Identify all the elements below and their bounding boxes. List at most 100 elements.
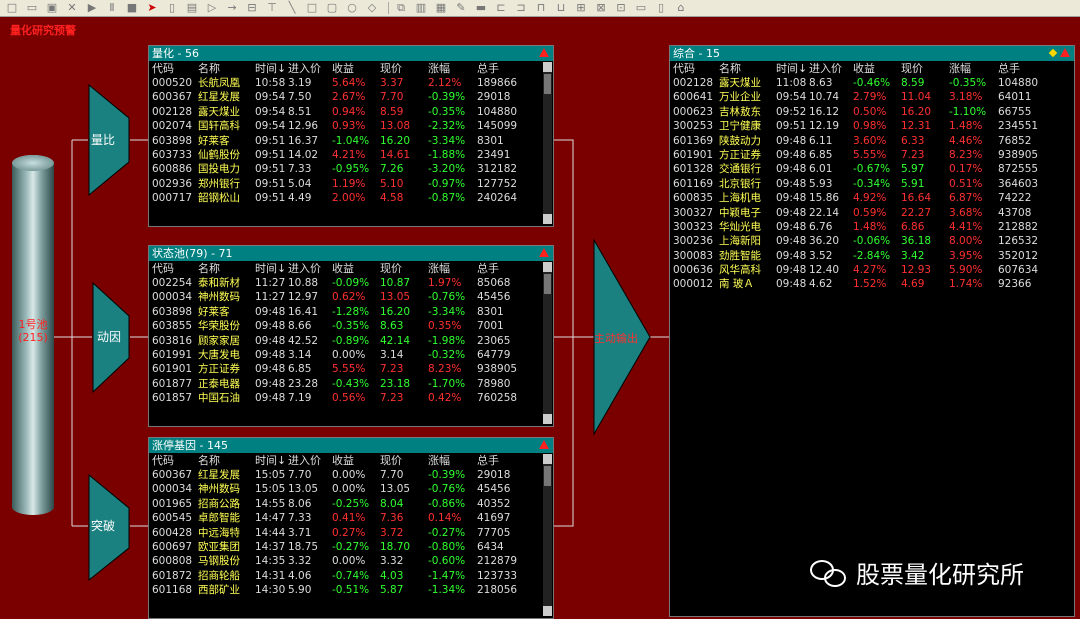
column-header[interactable]: 名称 xyxy=(198,453,255,468)
table-row[interactable]: 601369 陕鼓动力 09:48 6.11 3.60% 6.33 4.46% 76852 xyxy=(670,134,1074,148)
column-header[interactable]: 时间↓ xyxy=(776,61,809,76)
column-header[interactable]: 收益 xyxy=(332,261,380,276)
column-header[interactable]: 进入价 xyxy=(288,61,332,76)
column-header[interactable]: 总手 xyxy=(477,261,525,276)
table-row[interactable]: 601328 交通银行 09:48 6.01 -0.67% 5.97 0.17% 872555 xyxy=(670,162,1074,176)
column-header[interactable]: 现价 xyxy=(380,261,428,276)
column-header[interactable]: 进入价 xyxy=(288,453,332,468)
collapse-arrow-icon[interactable] xyxy=(539,440,549,449)
column-header[interactable]: 收益 xyxy=(853,61,901,76)
table-row[interactable]: 601857 中国石油 09:48 7.19 0.56% 7.23 0.42% 760258 xyxy=(149,391,553,405)
table-row[interactable]: 300236 上海新阳 09:48 36.20 -0.06% 36.18 8.00% 1265… xyxy=(670,234,1074,248)
table-row[interactable]: 600428 中远海特 14:44 3.71 0.27% 3.72 -0.27% 77705 xyxy=(149,526,553,540)
column-header[interactable]: 名称 xyxy=(719,61,776,76)
table-row[interactable]: 603733 仙鹤股份 09:51 14.02 4.21% 14.61 -1.88% 2349… xyxy=(149,148,553,162)
table-cell: 正泰电器 xyxy=(198,377,240,390)
column-header[interactable]: 现价 xyxy=(380,61,428,76)
scroll-down-button[interactable] xyxy=(543,606,552,616)
table-row[interactable]: 600367 红星发展 15:05 7.70 0.00% 7.70 -0.39% 29018 xyxy=(149,468,553,482)
column-header[interactable]: 进入价 xyxy=(809,61,853,76)
table-row[interactable]: 603898 好莱客 09:48 16.41 -1.28% 16.20 -3.34% 8301 xyxy=(149,305,553,319)
scroll-thumb[interactable] xyxy=(544,466,551,486)
table-row[interactable]: 603855 华荣股份 09:48 8.66 -0.35% 8.63 0.35% 7001 xyxy=(149,319,553,333)
column-header[interactable]: 代码 xyxy=(149,261,198,276)
table-row[interactable]: 002128 露天煤业 09:54 8.51 0.94% 8.59 -0.35% 104880 xyxy=(149,105,553,119)
table-row[interactable]: 002254 泰和新材 11:27 10.88 -0.09% 10.87 1.97% 8506… xyxy=(149,276,553,290)
table-row[interactable]: 002074 国轩高科 09:54 12.96 0.93% 13.08 -2.32% 1450… xyxy=(149,119,553,133)
scroll-up-button[interactable] xyxy=(543,454,552,464)
table-row[interactable]: 603816 顾家家居 09:48 42.52 -0.89% 42.14 -1.98% 230… xyxy=(149,334,553,348)
column-header[interactable]: 涨幅 xyxy=(428,261,477,276)
table-row[interactable]: 600545 卓郎智能 14:47 7.33 0.41% 7.36 0.14% 41697 xyxy=(149,511,553,525)
column-header[interactable]: 名称 xyxy=(198,261,255,276)
table-row[interactable]: 601901 方正证券 09:48 6.85 5.55% 7.23 8.23% 938905 xyxy=(670,148,1074,162)
table-row[interactable]: 300323 华灿光电 09:48 6.76 1.48% 6.86 4.41% 212882 xyxy=(670,220,1074,234)
table-row[interactable]: 600835 上海机电 09:48 15.86 4.92% 16.64 6.87% 74222 xyxy=(670,191,1074,205)
table-row[interactable]: 601872 招商轮船 14:31 4.06 -0.74% 4.03 -1.47% 12373… xyxy=(149,569,553,583)
table-row[interactable]: 000034 神州数码 15:05 13.05 0.00% 13.05 -0.76% 4545… xyxy=(149,482,553,496)
scroll-thumb[interactable] xyxy=(544,74,551,94)
column-header[interactable]: 时间↓ xyxy=(255,453,288,468)
scrollbar[interactable] xyxy=(543,262,552,424)
table-row[interactable]: 600367 红星发展 09:54 7.50 2.67% 7.70 -0.39% 29018 xyxy=(149,90,553,104)
column-header[interactable]: 现价 xyxy=(380,453,428,468)
scroll-down-button[interactable] xyxy=(543,214,552,224)
table-row[interactable]: 300083 劲胜智能 09:48 3.52 -2.84% 3.42 3.95% 352012 xyxy=(670,249,1074,263)
table-row[interactable]: 601877 正泰电器 09:48 23.28 -0.43% 23.18 -1.70% 789… xyxy=(149,377,553,391)
table-row[interactable]: 300253 卫宁健康 09:51 12.19 0.98% 12.31 1.48% 23455… xyxy=(670,119,1074,133)
table-cell: 韶钢松山 xyxy=(198,192,240,205)
table-cell: 0.93% xyxy=(332,120,366,133)
table-row[interactable]: 000623 吉林敖东 09:52 16.12 0.50% 16.20 -1.10% 6675… xyxy=(670,105,1074,119)
table-row[interactable]: 300327 中颖电子 09:48 22.14 0.59% 22.27 3.68% 43708 xyxy=(670,206,1074,220)
table-row[interactable]: 600886 国投电力 09:51 7.33 -0.95% 7.26 -3.20% 31218… xyxy=(149,162,553,176)
scroll-down-button[interactable] xyxy=(543,414,552,424)
table-row[interactable]: 000636 风华高科 09:48 12.40 4.27% 12.93 5.90% 60763… xyxy=(670,263,1074,277)
scrollbar[interactable] xyxy=(543,62,552,224)
column-header[interactable]: 现价 xyxy=(901,61,949,76)
table-row[interactable]: 600641 万业企业 09:54 10.74 2.79% 11.04 3.18% 64011 xyxy=(670,90,1074,104)
column-header[interactable]: 时间↓ xyxy=(255,261,288,276)
table-row[interactable]: 002128 露天煤业 11:08 8.63 -0.46% 8.59 -0.35% 10488… xyxy=(670,76,1074,90)
scroll-up-button[interactable] xyxy=(543,62,552,72)
column-header[interactable]: 代码 xyxy=(149,453,198,468)
table-cell: 77705 xyxy=(477,526,511,539)
column-header[interactable]: 收益 xyxy=(332,61,380,76)
column-header[interactable]: 收益 xyxy=(332,453,380,468)
column-header[interactable]: 代码 xyxy=(149,61,198,76)
column-header[interactable]: 总手 xyxy=(477,61,525,76)
zhangting-panel[interactable]: 涨停基因 - 145 代码 名称 时间↓ 进入价 收益 现价 涨幅 总手 600367 红星发展 15… xyxy=(148,437,554,619)
scroll-up-button[interactable] xyxy=(543,262,552,272)
table-row[interactable]: 601991 大唐发电 09:48 3.14 0.00% 3.14 -0.32% 64779 xyxy=(149,348,553,362)
scrollbar[interactable] xyxy=(543,454,552,616)
diamond-icon[interactable] xyxy=(1048,48,1058,58)
column-header[interactable]: 涨幅 xyxy=(428,61,477,76)
zhuangtai-panel[interactable]: 状态池(79) - 71 代码 名称 时间↓ 进入价 收益 现价 涨幅 总手 002254 泰和新材… xyxy=(148,245,554,427)
table-row[interactable]: 001965 招商公路 14:55 8.06 -0.25% 8.04 -0.86% 40352 xyxy=(149,497,553,511)
table-row[interactable]: 603898 好莱客 09:51 16.37 -1.04% 16.20 -3.34% 8301 xyxy=(149,134,553,148)
column-header[interactable]: 代码 xyxy=(670,61,719,76)
collapse-arrow-icon[interactable] xyxy=(1060,48,1070,57)
table-row[interactable]: 000717 韶钢松山 09:51 4.49 2.00% 4.58 -0.87% 240264 xyxy=(149,191,553,205)
table-row[interactable]: 000520 长航凤凰 10:58 3.19 5.64% 3.37 2.12% 189866 xyxy=(149,76,553,90)
collapse-arrow-icon[interactable] xyxy=(539,248,549,257)
collapse-arrow-icon[interactable] xyxy=(539,48,549,57)
liangbi-panel[interactable]: 量化 - 56 代码 名称 时间↓ 进入价 收益 现价 涨幅 总手 000520 长航凤凰 10:58… xyxy=(148,45,554,227)
table-cell: 11:27 xyxy=(255,277,286,289)
column-header[interactable]: 涨幅 xyxy=(949,61,998,76)
column-header[interactable]: 名称 xyxy=(198,61,255,76)
column-header[interactable]: 时间↓ xyxy=(255,61,288,76)
zonghe-panel[interactable]: 综合 - 15 代码 名称 时间↓ 进入价 收益 现价 涨幅 总手 002128 露天煤业 11:08… xyxy=(669,45,1075,617)
table-row[interactable]: 000012 南 玻Ａ 09:48 4.62 1.52% 4.69 1.74% 92366 xyxy=(670,277,1074,291)
table-row[interactable]: 601168 西部矿业 14:30 5.90 -0.51% 5.87 -1.34% 21805… xyxy=(149,583,553,597)
column-header[interactable]: 涨幅 xyxy=(428,453,477,468)
table-row[interactable]: 002936 郑州银行 09:51 5.04 1.19% 5.10 -0.97% 127752 xyxy=(149,177,553,191)
table-row[interactable]: 601169 北京银行 09:48 5.93 -0.34% 5.91 0.51% 364603 xyxy=(670,177,1074,191)
column-header[interactable]: 总手 xyxy=(998,61,1046,76)
table-row[interactable]: 601901 方正证券 09:48 6.85 5.55% 7.23 8.23% 938905 xyxy=(149,362,553,376)
scroll-thumb[interactable] xyxy=(544,274,551,294)
column-header[interactable]: 总手 xyxy=(477,453,525,468)
table-row[interactable]: 600808 马钢股份 14:35 3.32 0.00% 3.32 -0.60% 212879 xyxy=(149,554,553,568)
table-row[interactable]: 000034 神州数码 11:27 12.97 0.62% 13.05 -0.76% 4545… xyxy=(149,290,553,304)
column-header[interactable]: 进入价 xyxy=(288,261,332,276)
table-row[interactable]: 600697 欧亚集团 14:37 18.75 -0.27% 18.70 -0.80% 643… xyxy=(149,540,553,554)
